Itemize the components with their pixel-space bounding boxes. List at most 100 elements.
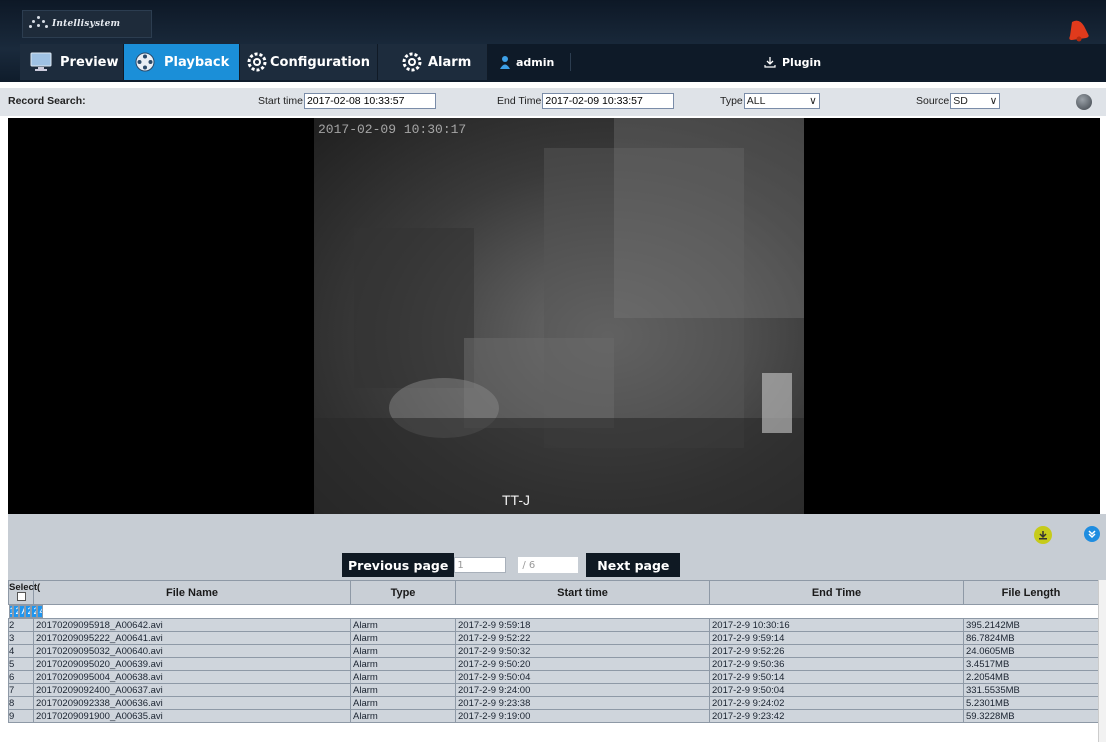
row-index: 3 [8,631,34,645]
download-icon [764,57,776,68]
monitor-icon [30,51,52,73]
type-cell: Alarm [350,644,456,658]
file-name-cell: 20170209095004_A00638.avi [33,670,351,684]
table-row[interactable]: 2 20170209095918_A00642.avi Alarm 2017-2-9 … [8,618,1098,632]
user-menu[interactable]: admin [500,53,572,71]
end-time-cell: 2017-2-9 9:23:42 [709,709,964,723]
row-index: 9 [8,709,34,723]
end-time-cell: 2017-2-9 9:59:14 [709,631,964,645]
column-header-select: Select( [8,580,40,605]
tab-preview[interactable]: Preview [20,44,124,80]
scene-shapes [314,118,804,514]
column-header-type[interactable]: Type [350,580,456,605]
table-row[interactable]: 9 20170209091900_A00635.avi Alarm 2017-2-9 … [8,709,1098,723]
start-time-cell: 2017-2-9 9:50:20 [455,657,710,671]
file-name-cell: 20170209092338_A00636.avi [33,696,351,710]
double-chevron-down-icon [1088,530,1096,539]
plugin-link[interactable]: Plugin [764,56,821,69]
table-row[interactable]: 3 20170209095222_A00641.avi Alarm 2017-2-9 … [8,631,1098,645]
end-time-cell: 2017-2-9 9:50:14 [709,670,964,684]
start-time-input[interactable] [303,93,436,109]
playback-controls: Previous page 1 / 6 Next page [8,514,1106,580]
table-row[interactable]: 4 20170209095032_A00640.avi Alarm 2017-2-9 … [8,644,1098,658]
file-name-cell: 20170209092400_A00637.avi [33,683,351,697]
tab-label: Alarm [428,54,472,70]
download-icon [1039,531,1047,540]
file-length-cell: 331.5535MB [963,683,1098,697]
nav-right-area: admin Plugin [488,44,1106,80]
column-header-file-name[interactable]: File Name [33,580,351,605]
table-header-row: Select( File Name Type Start time End Ti… [8,580,1098,605]
end-time-cell: 2017-2-9 9:50:36 [709,657,964,671]
select-all-checkbox[interactable] [16,591,26,601]
next-page-button[interactable]: Next page [586,553,681,577]
column-header-end-time[interactable]: End Time [709,580,964,605]
page-input[interactable]: 1 [454,557,507,573]
table-row[interactable]: 7 20170209092400_A00637.avi Alarm 2017-2-9 … [8,683,1098,697]
start-time-cell: 2017-2-9 9:59:18 [455,618,710,632]
end-time-input[interactable] [542,93,675,109]
table-row[interactable]: 5 20170209095020_A00639.avi Alarm 2017-2-9 … [8,657,1098,671]
film-reel-icon [134,51,156,73]
file-length-cell: 5.2301MB [963,696,1098,710]
logo-mark-icon [29,16,49,32]
table-row[interactable]: 8 20170209092338_A00636.avi Alarm 2017-2-9 … [8,696,1098,710]
username: admin [516,55,555,69]
tab-configuration[interactable]: Configuration [240,44,378,80]
source-select[interactable]: SD ∨ [950,93,1001,109]
plugin-label: Plugin [782,55,822,69]
type-cell: Alarm [350,631,456,645]
end-time-cell: 2017-2-9 9:52:26 [709,644,964,658]
search-icon[interactable] [1076,94,1092,110]
user-icon [500,56,510,69]
file-length-cell: 86.7824MB [963,631,1098,645]
column-header-file-length[interactable]: File Length [963,580,1098,605]
type-value: ALL [746,95,766,107]
brand-logo: Intellisystem [22,10,152,38]
video-timestamp: 2017-02-09 10:30:17 [318,122,467,137]
logo-text: Intellisystem [52,19,121,29]
alarm-bell-icon[interactable] [1066,18,1092,42]
record-table: Select( File Name Type Start time End Ti… [8,580,1098,742]
type-cell: Alarm [350,670,456,684]
table-scrollbar[interactable] [1098,580,1106,742]
chevron-down-icon: ∨ [809,95,817,107]
start-time-cell: 2017-2-9 9:52:22 [455,631,710,645]
start-time-cell: 2017-2-9 9:50:04 [455,670,710,684]
chevron-down-icon: ∨ [989,95,998,107]
record-search-bar: Record Search: Start time End Time Type … [0,88,1106,116]
start-time-cell: 2017-2-9 9:19:00 [455,709,710,723]
start-time-field: Start time [258,93,436,109]
expand-button[interactable] [1084,526,1100,542]
pagination: Previous page 1 / 6 Next page [342,552,681,578]
file-name-cell: 20170209095918_A00642.avi [33,618,351,632]
row-index: 6 [8,670,34,684]
page-total: / 6 [518,557,579,573]
row-index: 7 [8,683,34,697]
tab-playback[interactable]: Playback [124,44,240,80]
type-cell: Alarm [350,618,456,632]
file-length-cell: 395.2142MB [963,618,1098,632]
end-time-label: End Time [497,95,542,107]
file-name-cell: 20170209095222_A00641.avi [33,631,351,645]
row-index: 5 [8,657,34,671]
previous-page-button[interactable]: Previous page [342,553,455,577]
file-name-cell: 20170209091900_A00635.avi [33,709,351,723]
type-select[interactable]: ALL ∨ [743,93,820,109]
row-index: 8 [8,696,34,710]
file-length-cell: 3.4517MB [963,657,1098,671]
table-row[interactable]: 120170209103014_A00643.aviAlarm2017-2-9 … [8,605,43,618]
start-time-cell: 2017-2-9 9:24:00 [455,683,710,697]
end-time-cell: 2017-2-9 9:24:02 [709,696,964,710]
type-label: Type [720,95,743,107]
tab-alarm[interactable]: Alarm [378,44,488,80]
source-field: Source SD ∨ [916,93,1001,109]
source-value: SD [953,95,968,107]
table-row[interactable]: 6 20170209095004_A00638.avi Alarm 2017-2-9 … [8,670,1098,684]
file-length-cell: 24.0605MB [963,644,1098,658]
column-header-start-time[interactable]: Start time [455,580,710,605]
video-player[interactable]: 2017-02-09 10:30:17 TT-J [8,118,1100,514]
download-button[interactable] [1034,526,1052,544]
tab-label: Configuration [270,54,370,70]
start-time-cell: 2017-2-9 9:50:32 [455,644,710,658]
